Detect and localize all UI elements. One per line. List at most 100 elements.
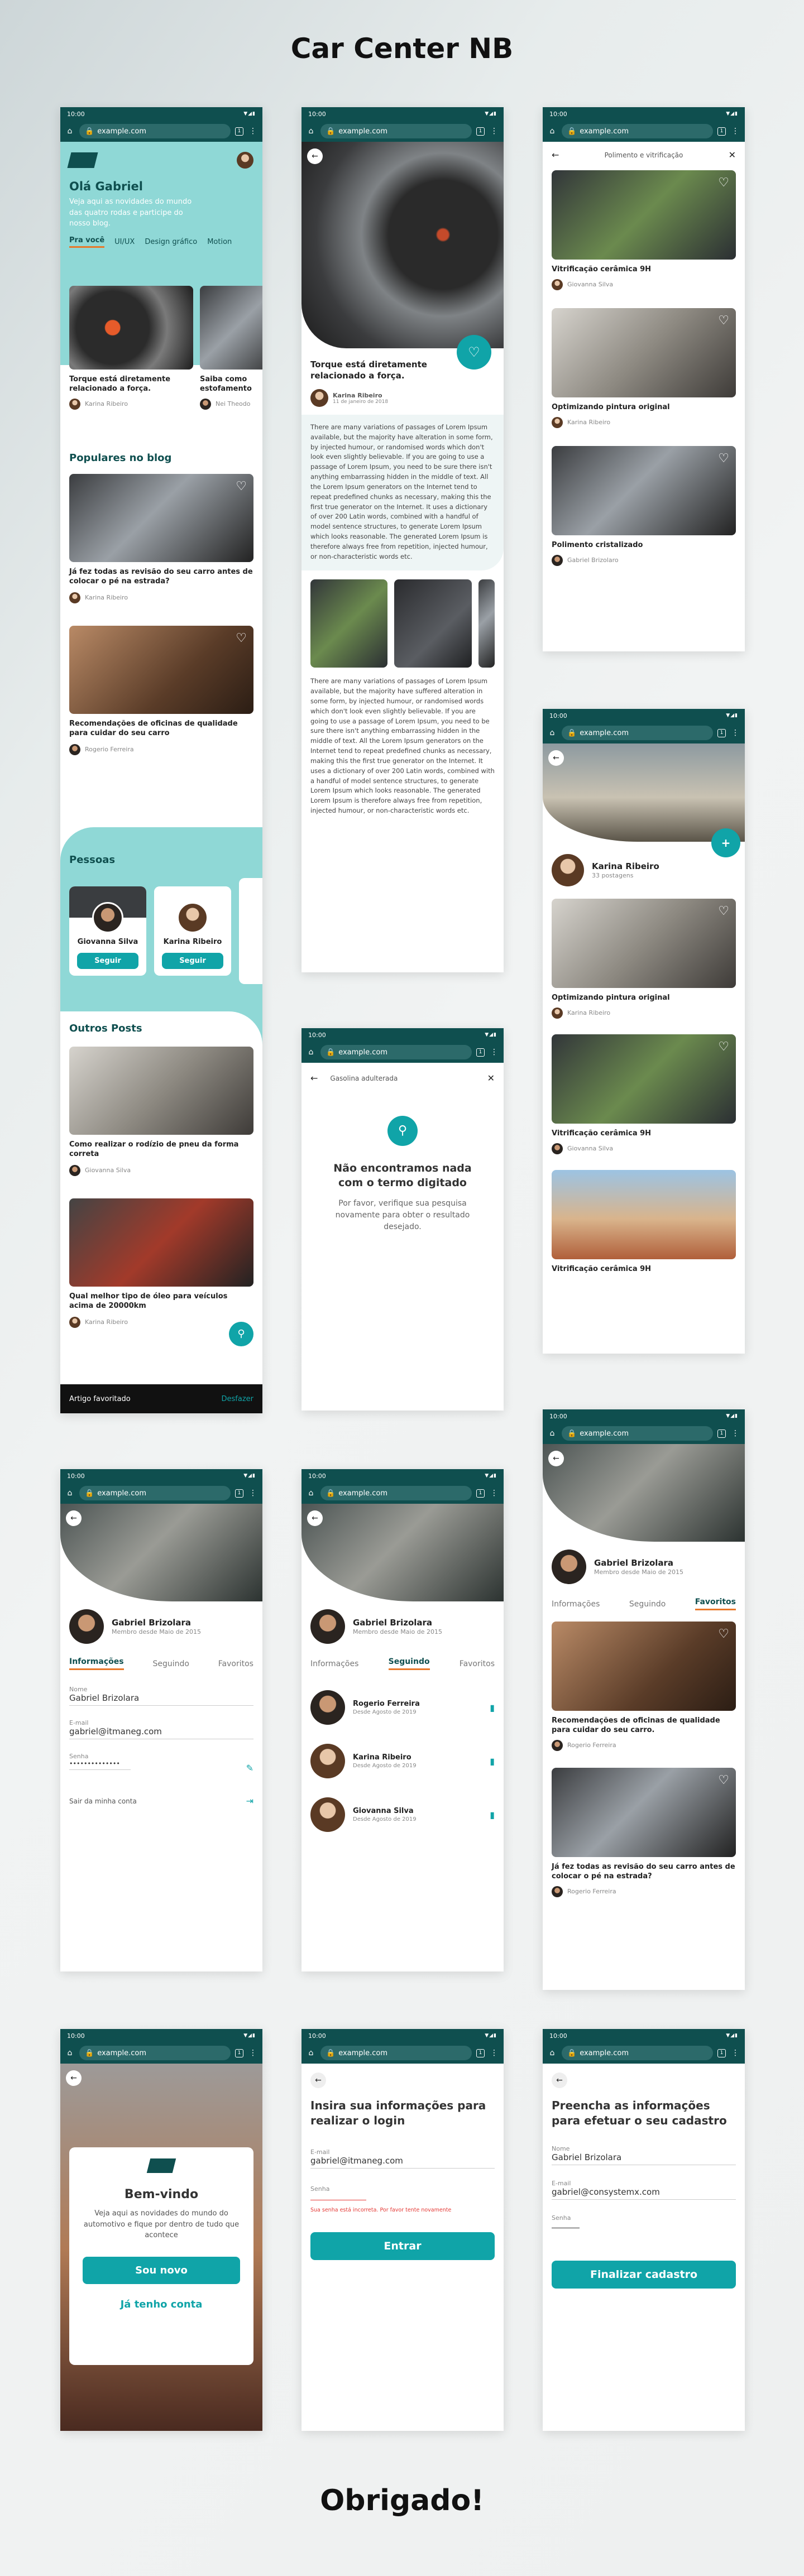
url-bar[interactable]: 🔒 example.com (562, 2046, 713, 2060)
back-icon[interactable]: ← (310, 1073, 318, 1083)
post-card[interactable]: Como realizar o rodízio de pneu da forma… (69, 1047, 253, 1176)
home-icon[interactable]: ⌂ (65, 127, 75, 136)
follow-button[interactable]: Seguir (77, 952, 138, 969)
remove-icon[interactable]: ▮ (490, 1810, 495, 1820)
menu-icon[interactable]: ⋮ (489, 1048, 499, 1057)
menu-icon[interactable]: ⋮ (730, 2049, 740, 2057)
undo-button[interactable]: Desfazer (222, 1395, 254, 1403)
edit-icon[interactable]: ✎ (246, 1763, 253, 1773)
password-field[interactable] (552, 2222, 580, 2228)
back-icon[interactable]: ← (548, 1451, 564, 1466)
home-icon[interactable]: ⌂ (547, 1429, 557, 1438)
url-bar[interactable]: 🔒 example.com (562, 1426, 713, 1441)
tab-uiux[interactable]: UI/UX (114, 238, 135, 246)
profile-avatar[interactable] (552, 1550, 586, 1584)
tab-info[interactable]: Informações (310, 1659, 358, 1668)
menu-icon[interactable]: ⋮ (489, 127, 499, 136)
avatar[interactable] (237, 152, 253, 169)
home-icon[interactable]: ⌂ (547, 127, 557, 136)
heart-icon[interactable]: ♡ (718, 1627, 729, 1641)
login-button[interactable]: Entrar (310, 2232, 495, 2260)
home-icon[interactable]: ⌂ (547, 2049, 557, 2057)
profile-avatar[interactable] (69, 1609, 104, 1644)
tabs-icon[interactable]: 1 (476, 1489, 485, 1498)
password-field[interactable] (310, 2193, 366, 2200)
menu-icon[interactable]: ⋮ (248, 127, 258, 136)
back-icon[interactable]: ← (552, 2073, 567, 2088)
url-bar[interactable]: 🔒 example.com (320, 1486, 472, 1500)
menu-icon[interactable]: ⋮ (730, 127, 740, 136)
name-field[interactable]: Gabriel Brizolara (552, 2152, 736, 2165)
result-card[interactable]: ♡ Optimizando pintura original Karina Ribe… (552, 308, 736, 428)
name-field[interactable]: Gabriel Brizolara (69, 1693, 253, 1706)
tab-following[interactable]: Seguindo (629, 1600, 666, 1609)
post-card[interactable]: ♡ Vitrificação cerâmica 9H Giovanna Silva (552, 1034, 736, 1154)
url-bar[interactable]: 🔒 example.com (320, 124, 472, 138)
login-link[interactable]: Já tenho conta (83, 2299, 240, 2310)
following-item[interactable]: Rogerio Ferreira Desde Agosto de 2019 ▮ (310, 1690, 495, 1725)
tabs-icon[interactable]: 1 (717, 1429, 726, 1438)
url-bar[interactable]: 🔒 example.com (320, 1045, 472, 1059)
finish-signup-button[interactable]: Finalizar cadastro (552, 2261, 736, 2289)
popular-card[interactable]: ♡ Já fez todas as revisão do seu carro an… (69, 474, 253, 603)
search-fab[interactable]: ⚲ (229, 1322, 253, 1346)
gallery-image[interactable] (394, 579, 472, 668)
tab-pra-voce[interactable]: Pra você (69, 236, 105, 248)
sign-up-button[interactable]: Sou novo (83, 2256, 240, 2284)
tab-info[interactable]: Informações (552, 1600, 600, 1609)
favorite-card[interactable]: ♡ Recomendações de oficinas de qualidade … (552, 1622, 736, 1751)
following-item[interactable]: Giovanna Silva Desde Agosto de 2019 ▮ (310, 1797, 495, 1832)
menu-icon[interactable]: ⋮ (248, 1489, 258, 1498)
url-bar[interactable]: 🔒 example.com (79, 1486, 231, 1500)
post-card[interactable]: Vitrificação cerâmica 9H (552, 1169, 736, 1274)
remove-icon[interactable]: ▮ (490, 1756, 495, 1767)
menu-icon[interactable]: ⋮ (248, 2049, 258, 2057)
home-icon[interactable]: ⌂ (65, 2049, 75, 2057)
home-icon[interactable]: ⌂ (306, 1489, 316, 1498)
tab-design[interactable]: Design gráfico (145, 238, 197, 246)
close-icon[interactable]: ✕ (729, 150, 736, 160)
back-icon[interactable]: ← (307, 148, 323, 164)
story-card[interactable]: Saiba como estofamento Nei Theodo (200, 286, 262, 410)
search-input[interactable]: Polimento e vitrificação (605, 151, 683, 159)
profile-avatar[interactable] (310, 1609, 345, 1644)
tab-info[interactable]: Informações (69, 1657, 124, 1670)
back-icon[interactable]: ← (66, 1510, 82, 1526)
back-icon[interactable]: ← (552, 150, 559, 160)
heart-icon[interactable]: ♡ (718, 904, 729, 918)
follow-button[interactable]: Seguir (162, 952, 223, 969)
menu-icon[interactable]: ⋮ (489, 2049, 499, 2057)
gallery-image[interactable] (310, 579, 388, 668)
tabs-icon[interactable]: 1 (235, 127, 243, 136)
heart-icon[interactable]: ♡ (718, 1040, 729, 1054)
tabs-icon[interactable]: 1 (476, 2049, 485, 2057)
home-icon[interactable]: ⌂ (65, 1489, 75, 1498)
tab-following[interactable]: Seguindo (388, 1657, 430, 1670)
post-card[interactable]: ♡ Optimizando pintura original Karina Ribe… (552, 899, 736, 1019)
heart-icon[interactable]: ♡ (236, 479, 247, 493)
menu-icon[interactable]: ⋮ (489, 1489, 499, 1498)
heart-icon[interactable]: ♡ (718, 452, 729, 466)
tab-favorites[interactable]: Favoritos (460, 1659, 495, 1668)
tabs-icon[interactable]: 1 (476, 1048, 485, 1057)
menu-icon[interactable]: ⋮ (730, 1429, 740, 1438)
logout-icon[interactable]: ⇥ (246, 1796, 253, 1806)
menu-icon[interactable]: ⋮ (730, 728, 740, 737)
home-icon[interactable]: ⌂ (547, 728, 557, 737)
tab-favorites[interactable]: Favoritos (218, 1659, 253, 1668)
tab-motion[interactable]: Motion (207, 238, 232, 246)
favorite-card[interactable]: ♡ Já fez todas as revisão do seu carro an… (552, 1767, 736, 1897)
tabs-icon[interactable]: 1 (717, 728, 726, 737)
post-card[interactable]: Qual melhor tipo de óleo para veículos a… (69, 1198, 253, 1328)
password-field[interactable]: •••••••••••••• (69, 1760, 131, 1770)
heart-icon[interactable]: ♡ (718, 314, 729, 328)
tabs-icon[interactable]: 1 (476, 127, 485, 136)
url-bar[interactable]: 🔒 example.com (79, 2046, 231, 2060)
heart-icon[interactable]: ♡ (718, 1773, 729, 1787)
email-field[interactable]: gabriel@consystemx.com (552, 2187, 736, 2200)
email-field[interactable]: gabriel@itmaneg.com (69, 1726, 253, 1739)
tabs-icon[interactable]: 1 (235, 1489, 243, 1498)
tabs-icon[interactable]: 1 (235, 2049, 243, 2057)
tabs-icon[interactable]: 1 (717, 127, 726, 136)
story-card[interactable]: Torque está diretamente relacionado a fo… (69, 286, 193, 410)
